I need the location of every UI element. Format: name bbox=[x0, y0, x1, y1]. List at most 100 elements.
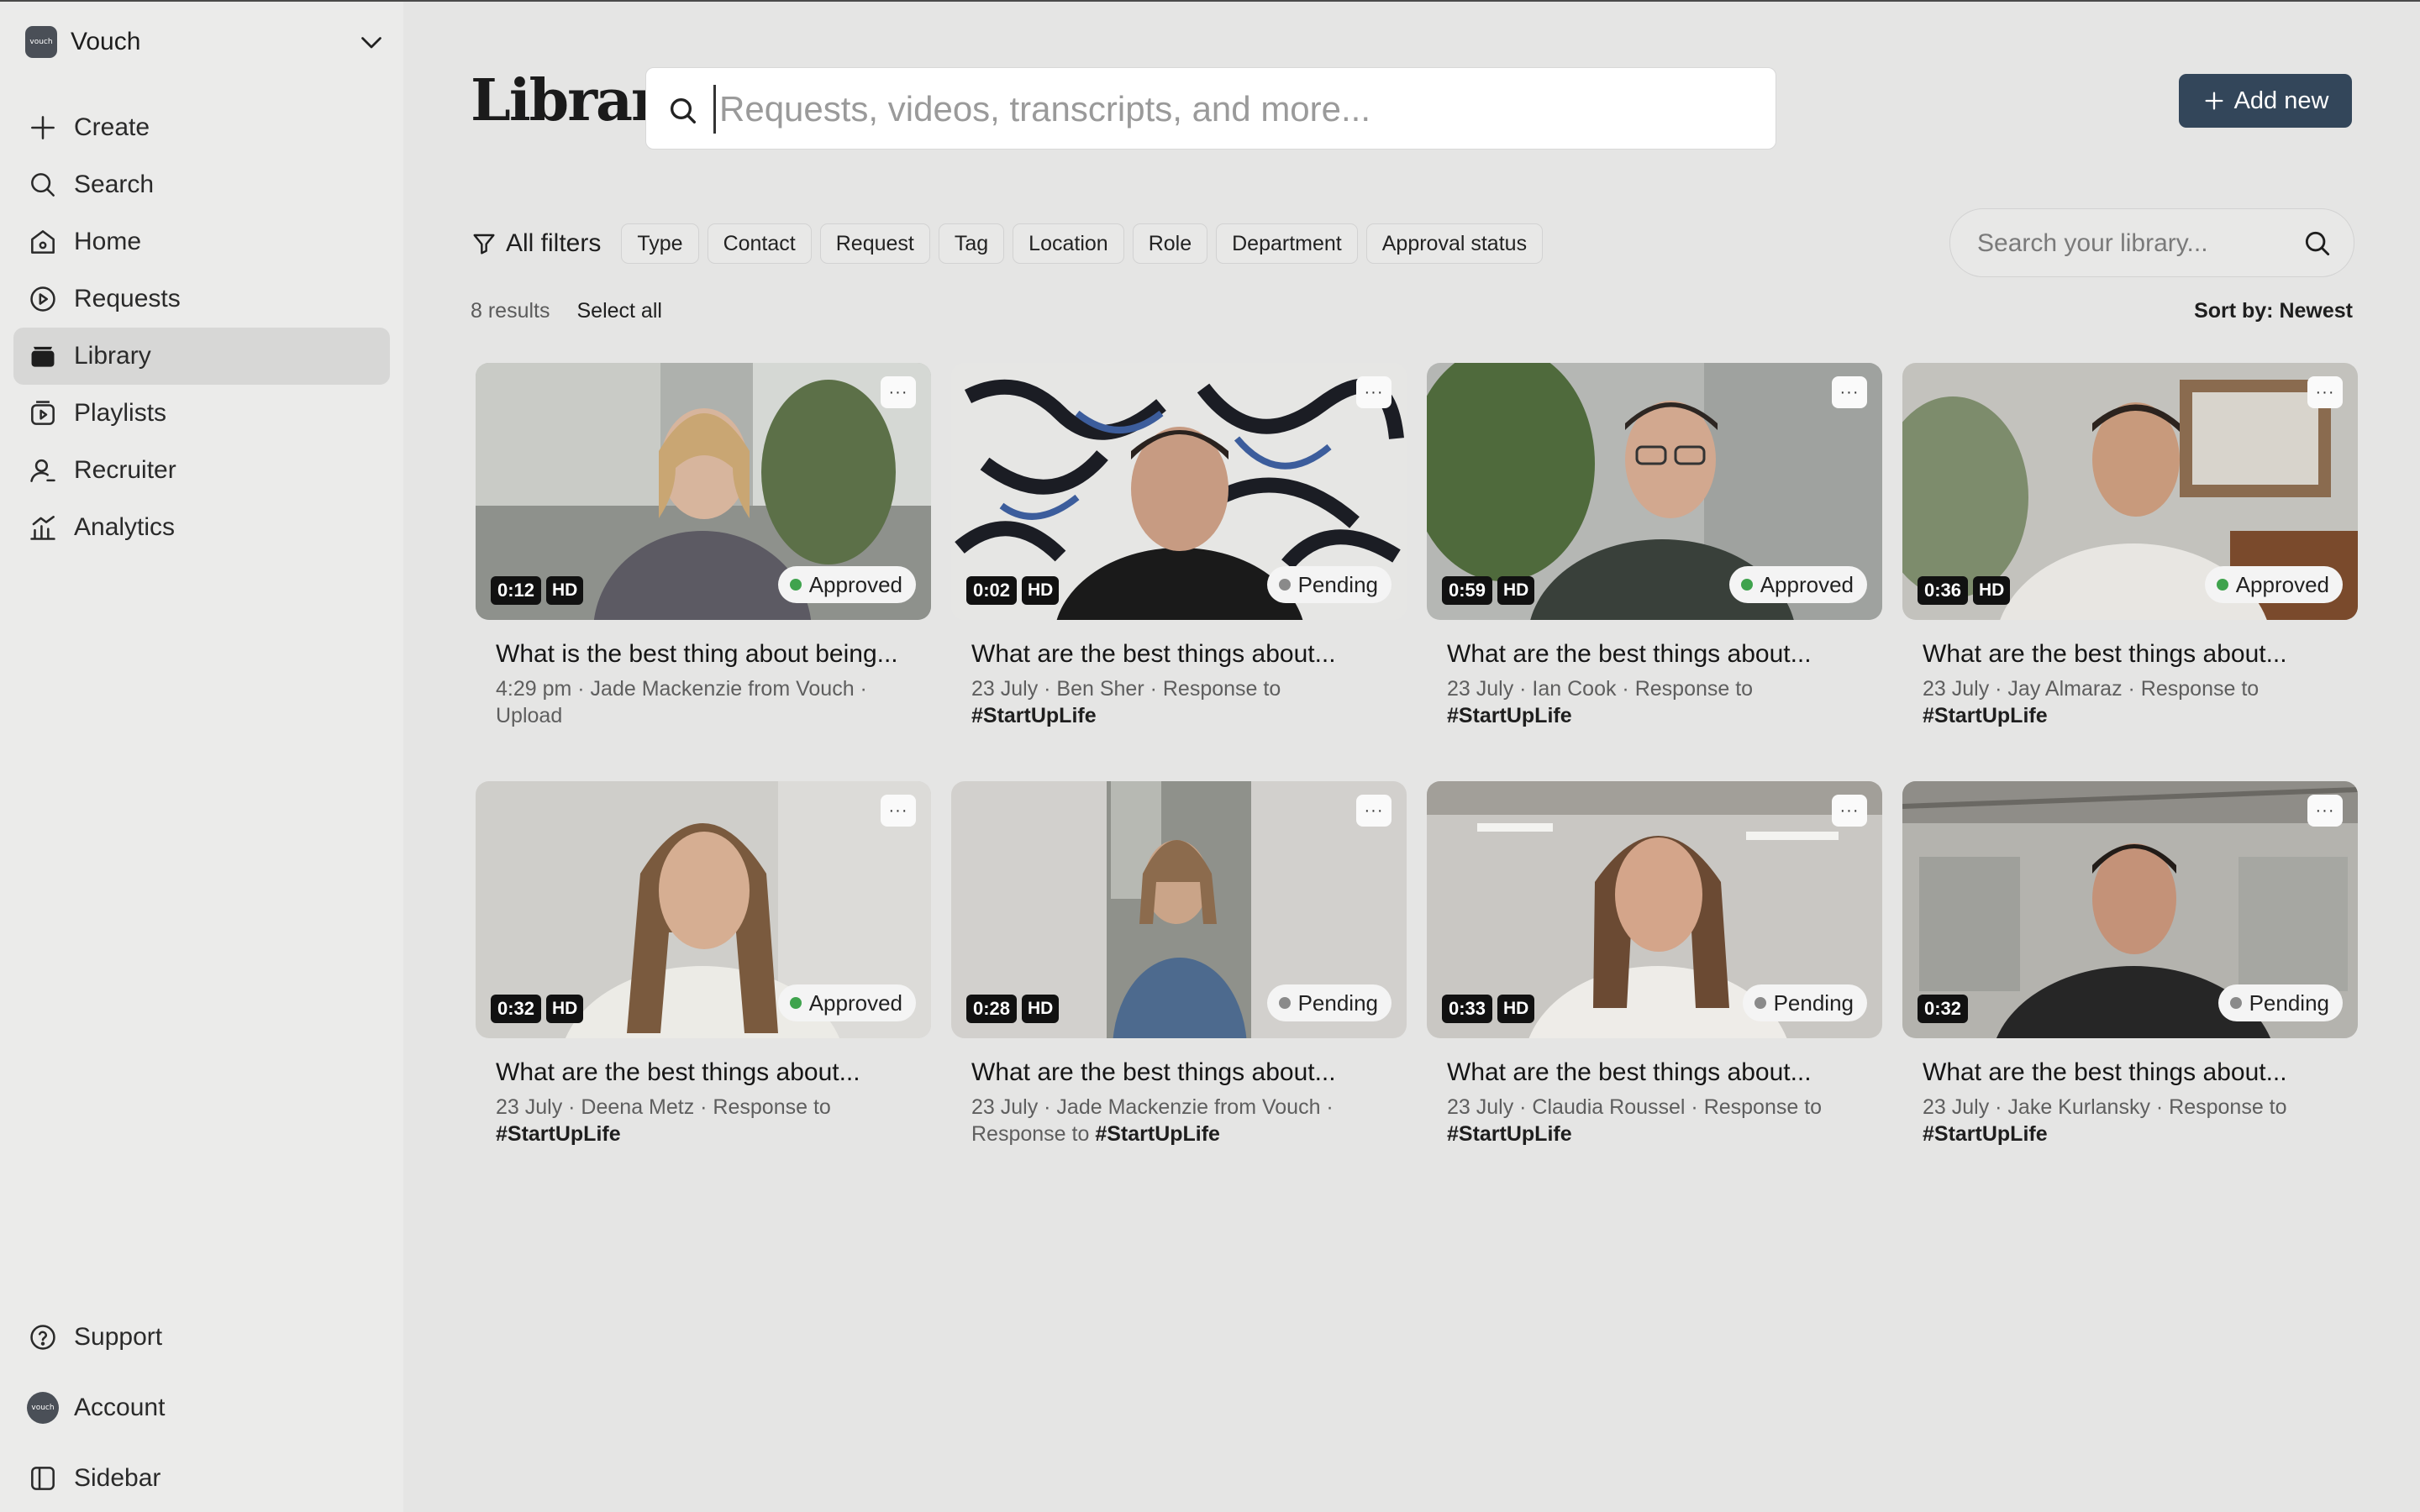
status-badge: Pending bbox=[2217, 984, 2343, 1021]
nav-item-requests[interactable]: Requests bbox=[13, 270, 390, 328]
results-bar: 8 results Select all Sort by: Newest bbox=[471, 297, 2353, 324]
nav-item-sidebar-toggle[interactable]: Sidebar bbox=[13, 1443, 390, 1512]
nav-item-playlists[interactable]: Playlists bbox=[13, 385, 390, 442]
status-label: Approved bbox=[2235, 571, 2329, 597]
more-options-button[interactable]: ··· bbox=[1832, 795, 1867, 827]
video-thumbnail[interactable]: ··· 0:36 HD Approved bbox=[1902, 363, 2358, 620]
select-all-button[interactable]: Select all bbox=[576, 299, 661, 323]
video-thumbnail[interactable]: ··· 0:32 Pending bbox=[1902, 781, 2358, 1038]
card-tag[interactable]: #StartUpLife bbox=[1447, 1122, 1572, 1146]
card-title[interactable]: What is the best thing about being... bbox=[496, 640, 931, 669]
help-circle-icon bbox=[30, 1325, 55, 1350]
duration-badge: 0:33 bbox=[1442, 995, 1493, 1023]
global-search-input[interactable] bbox=[713, 85, 1755, 134]
hd-badge: HD bbox=[1973, 576, 2011, 605]
filter-chip-request[interactable]: Request bbox=[819, 223, 930, 264]
nav-item-library[interactable]: Library bbox=[13, 328, 390, 385]
filter-chip-tag[interactable]: Tag bbox=[938, 223, 1005, 264]
filter-chip-approval-status[interactable]: Approval status bbox=[1365, 223, 1544, 264]
sort-dropdown[interactable]: Sort by: Newest bbox=[2194, 299, 2353, 323]
card-meta: 23 July · Jade Mackenzie from Vouch · Re… bbox=[971, 1094, 1383, 1147]
workspace-name: Vouch bbox=[71, 28, 141, 55]
video-card[interactable]: ··· 0:59 HD Approved What are the best t… bbox=[1427, 363, 1882, 729]
status-dot bbox=[1740, 579, 1753, 591]
card-tag[interactable]: #StartUpLife bbox=[1923, 704, 2048, 727]
card-tag[interactable]: #StartUpLife bbox=[1447, 704, 1572, 727]
global-search-bar[interactable] bbox=[645, 67, 1776, 150]
card-title[interactable]: What are the best things about... bbox=[1447, 1058, 1882, 1087]
card-meta-text: 23 July · Ben Sher · Response to bbox=[971, 677, 1281, 701]
filter-icon bbox=[473, 234, 495, 255]
more-options-button[interactable]: ··· bbox=[1832, 376, 1867, 408]
more-options-button[interactable]: ··· bbox=[881, 795, 916, 827]
user-icon bbox=[30, 459, 55, 482]
more-options-button[interactable]: ··· bbox=[1356, 376, 1392, 408]
filter-chip-department[interactable]: Department bbox=[1216, 223, 1358, 264]
card-meta-text: 23 July · Ian Cook · Response to bbox=[1447, 677, 1754, 701]
all-filters-button[interactable]: All filters bbox=[471, 229, 601, 258]
duration-badge: 0:28 bbox=[966, 995, 1018, 1023]
nav-item-home[interactable]: Home bbox=[13, 213, 390, 270]
video-card[interactable]: ··· 0:02 HD Pending What are the best th… bbox=[951, 363, 1407, 729]
duration-badge: 0:32 bbox=[491, 995, 542, 1023]
more-options-button[interactable]: ··· bbox=[1356, 795, 1392, 827]
hd-badge: HD bbox=[1022, 995, 1060, 1023]
video-thumbnail[interactable]: ··· 0:33 HD Pending bbox=[1427, 781, 1882, 1038]
nav-item-search[interactable]: Search bbox=[13, 156, 390, 213]
filter-chip-contact[interactable]: Contact bbox=[707, 223, 812, 264]
nav-item-support[interactable]: Support bbox=[13, 1302, 390, 1373]
card-title[interactable]: What are the best things about... bbox=[1923, 1058, 2358, 1087]
more-options-button[interactable]: ··· bbox=[2307, 795, 2343, 827]
video-card[interactable]: ··· 0:12 HD Approved What is the best th… bbox=[476, 363, 931, 729]
video-thumbnail[interactable]: ··· 0:32 HD Approved bbox=[476, 781, 931, 1038]
video-thumbnail[interactable]: ··· 0:02 HD Pending bbox=[951, 363, 1407, 620]
nav-item-create[interactable]: Create bbox=[13, 99, 390, 156]
video-card[interactable]: ··· 0:33 HD Pending What are the best th… bbox=[1427, 781, 1882, 1147]
video-card[interactable]: ··· 0:28 HD Pending What are the best th… bbox=[951, 781, 1407, 1147]
card-meta-text: 23 July · Claudia Roussel · Response to bbox=[1447, 1095, 1823, 1119]
video-thumbnail[interactable]: ··· 0:12 HD Approved bbox=[476, 363, 931, 620]
workspace-switcher[interactable]: vouch Vouch bbox=[25, 24, 387, 60]
nav-label: Recruiter bbox=[74, 456, 176, 484]
filter-chip-role[interactable]: Role bbox=[1132, 223, 1208, 264]
library-search[interactable] bbox=[1949, 208, 2354, 277]
video-card[interactable]: ··· 0:32 Pending What are the best thing… bbox=[1902, 781, 2358, 1147]
nav-label: Support bbox=[74, 1323, 163, 1351]
video-card[interactable]: ··· 0:32 HD Approved What are the best t… bbox=[476, 781, 931, 1147]
card-title[interactable]: What are the best things about... bbox=[496, 1058, 931, 1087]
nav-label: Playlists bbox=[74, 399, 167, 427]
more-options-button[interactable]: ··· bbox=[881, 376, 916, 408]
hd-badge: HD bbox=[546, 995, 584, 1023]
status-dot bbox=[2216, 579, 2228, 591]
video-thumbnail[interactable]: ··· 0:28 HD Pending bbox=[951, 781, 1407, 1038]
filter-chip-type[interactable]: Type bbox=[621, 223, 699, 264]
more-options-button[interactable]: ··· bbox=[2307, 376, 2343, 408]
library-search-input[interactable] bbox=[1977, 224, 2288, 263]
video-thumbnail[interactable]: ··· 0:59 HD Approved bbox=[1427, 363, 1882, 620]
card-tag[interactable]: #StartUpLife bbox=[1095, 1122, 1220, 1146]
card-title[interactable]: What are the best things about... bbox=[1923, 640, 2358, 669]
status-label: Pending bbox=[1297, 571, 1378, 597]
filter-chip-location[interactable]: Location bbox=[1013, 223, 1124, 264]
nav-item-analytics[interactable]: Analytics bbox=[13, 499, 390, 556]
main-content: Library Add new All filters Type Contact… bbox=[403, 2, 2420, 1512]
nav-item-account[interactable]: vouch Account bbox=[13, 1373, 390, 1443]
video-card[interactable]: ··· 0:36 HD Approved What are the best t… bbox=[1902, 363, 2358, 729]
status-badge: Pending bbox=[1266, 984, 1392, 1021]
card-title[interactable]: What are the best things about... bbox=[971, 1058, 1407, 1087]
plus-icon bbox=[31, 116, 55, 139]
search-icon[interactable] bbox=[2302, 228, 2333, 260]
card-tag[interactable]: #StartUpLife bbox=[971, 704, 1097, 727]
status-label: Pending bbox=[1297, 990, 1378, 1016]
results-count: 8 results bbox=[471, 298, 550, 323]
card-tag[interactable]: #StartUpLife bbox=[496, 1122, 621, 1146]
card-tag[interactable]: #StartUpLife bbox=[1923, 1122, 2048, 1146]
chevron-down-icon[interactable] bbox=[356, 27, 387, 57]
card-meta: 23 July · Jake Kurlansky · Response to #… bbox=[1923, 1094, 2334, 1147]
add-new-button[interactable]: Add new bbox=[2179, 74, 2352, 128]
card-title[interactable]: What are the best things about... bbox=[971, 640, 1407, 669]
add-new-label: Add new bbox=[2233, 87, 2329, 114]
nav-item-recruiter[interactable]: Recruiter bbox=[13, 442, 390, 499]
hd-badge: HD bbox=[1497, 576, 1535, 605]
card-title[interactable]: What are the best things about... bbox=[1447, 640, 1882, 669]
